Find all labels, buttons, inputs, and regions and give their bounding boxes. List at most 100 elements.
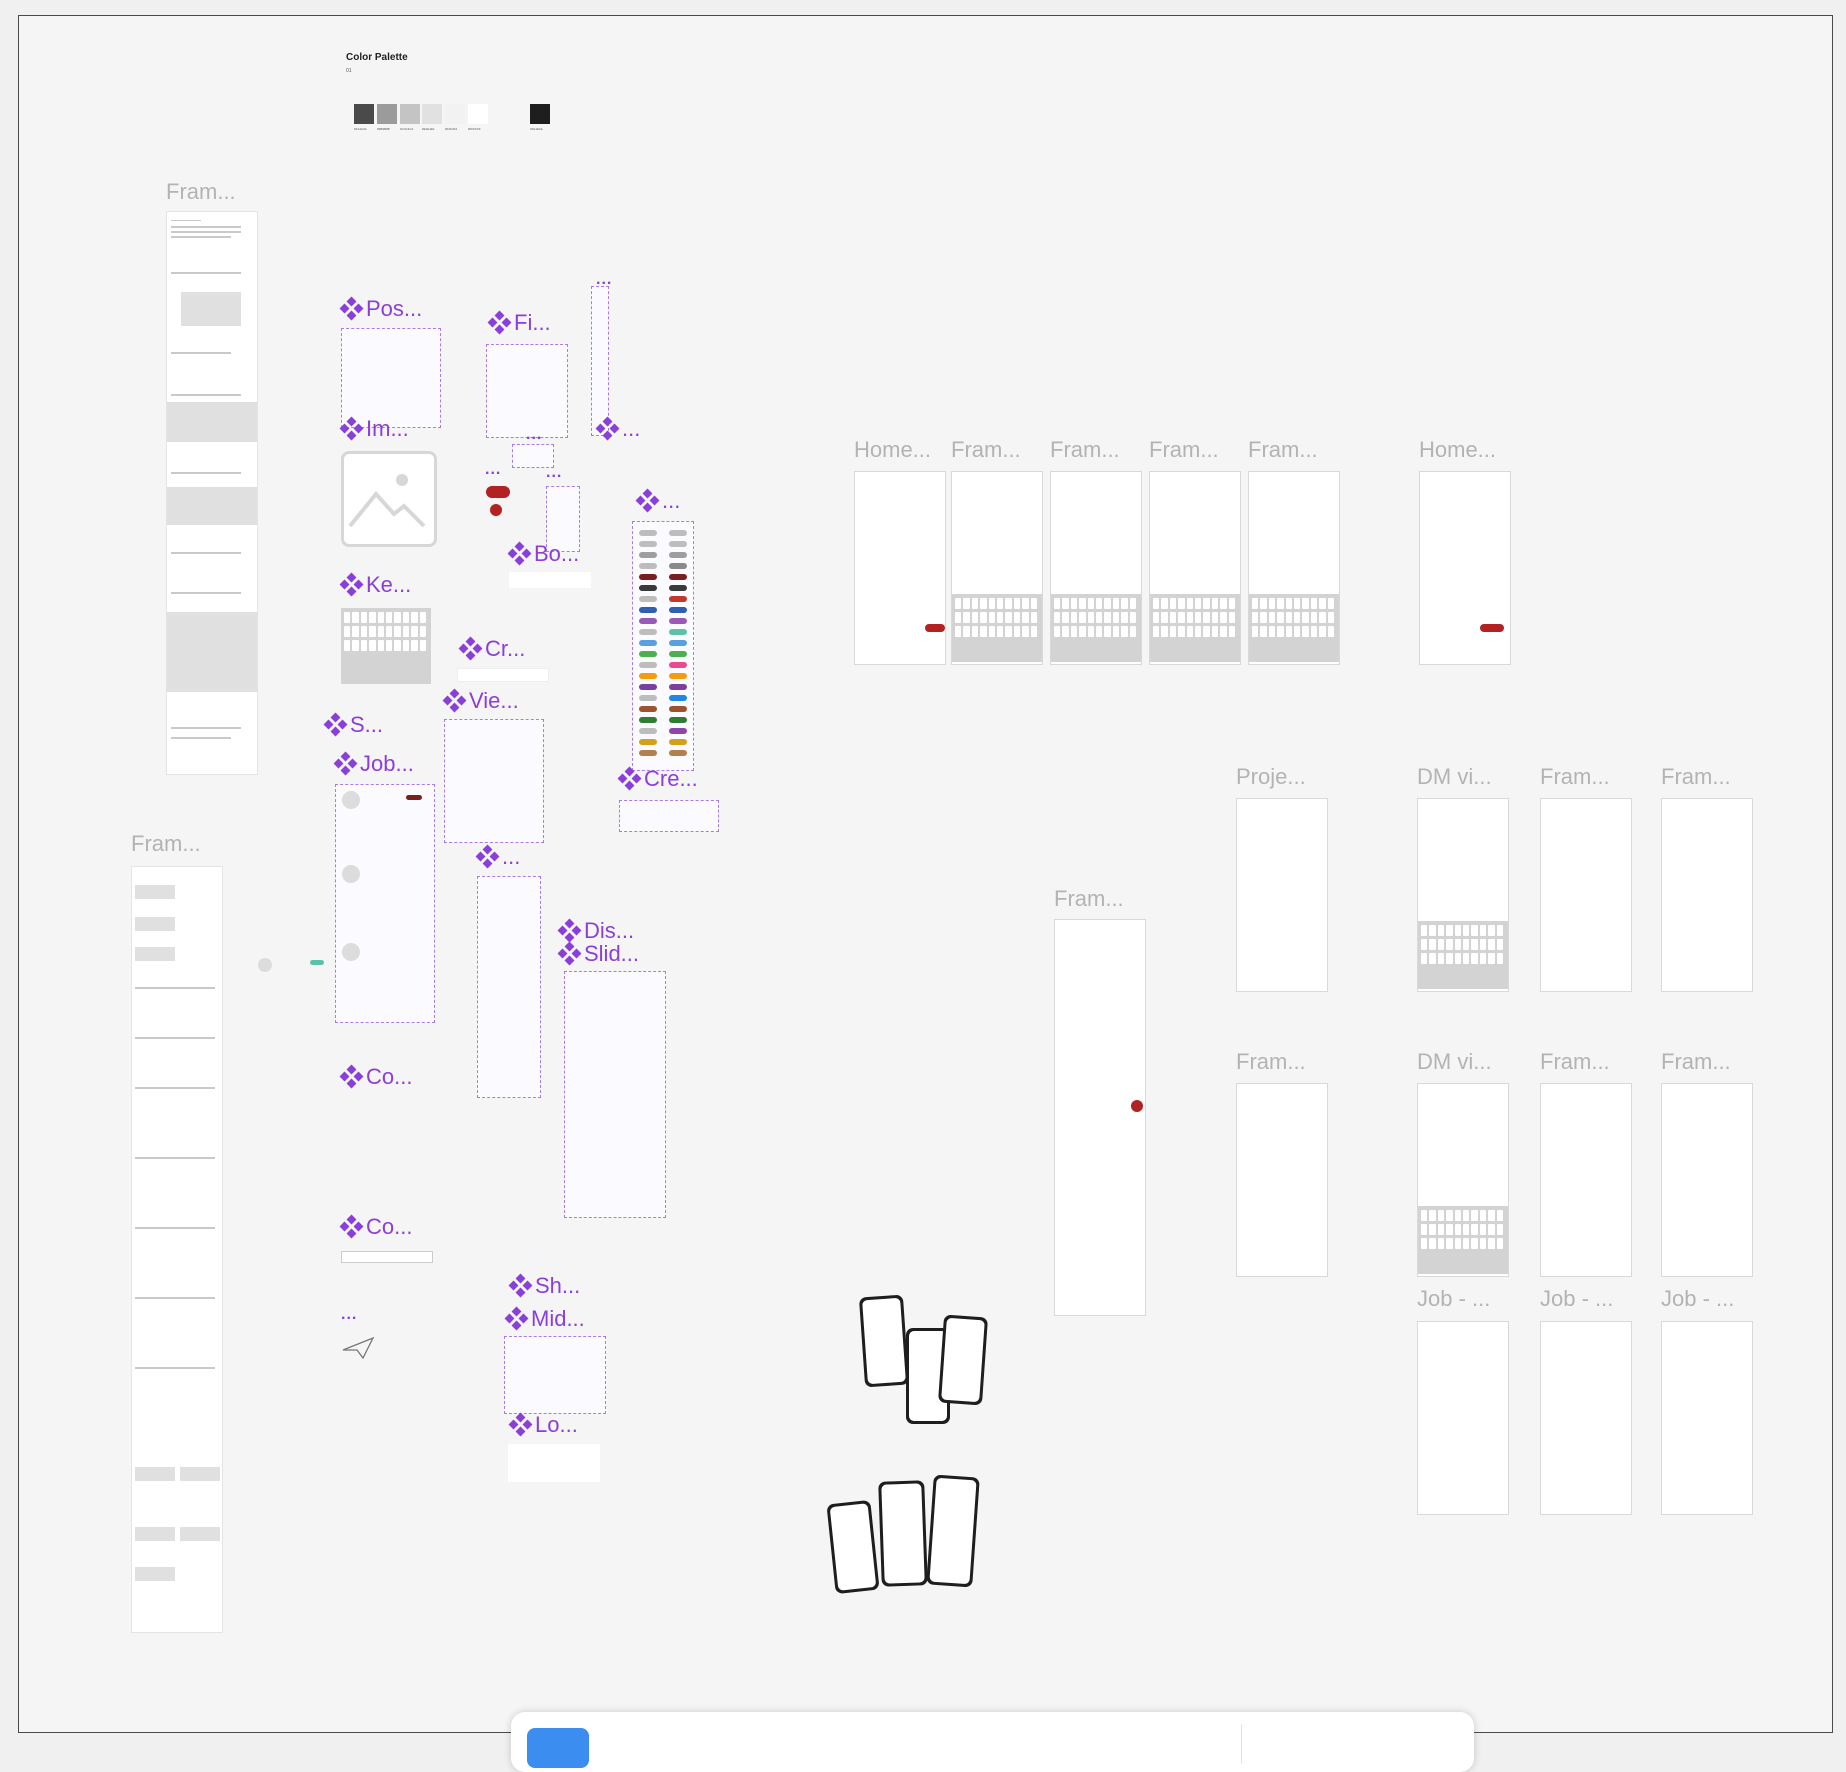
comment-tool-icon[interactable] bbox=[1101, 1730, 1131, 1756]
tag-variant bbox=[669, 607, 687, 613]
job-card-component[interactable] bbox=[335, 784, 435, 1023]
bottom-toolbar bbox=[511, 1712, 1474, 1772]
component-label-unnamed-2[interactable]: ... bbox=[595, 416, 640, 442]
component-label-cr[interactable]: Cr... bbox=[458, 636, 525, 662]
color-swatch[interactable] bbox=[468, 104, 488, 124]
create-toolbar-component[interactable] bbox=[619, 800, 719, 832]
frame-label-fram8[interactable]: Fram... bbox=[1540, 1049, 1610, 1075]
component-label-unnamed-3[interactable]: ... bbox=[635, 488, 680, 514]
post-actions-component[interactable] bbox=[341, 328, 441, 428]
frame-label-proje[interactable]: Proje... bbox=[1236, 764, 1306, 790]
frame-label-fram3[interactable]: Fram... bbox=[1149, 437, 1219, 463]
color-swatch[interactable] bbox=[445, 104, 465, 124]
posts-list-frame[interactable] bbox=[166, 211, 258, 775]
frame-label-job3[interactable]: Job - ... bbox=[1661, 1286, 1734, 1312]
frame-label-job1[interactable]: Job - ... bbox=[1417, 1286, 1490, 1312]
vote-component[interactable] bbox=[591, 286, 609, 436]
overflow-marker: ... bbox=[546, 464, 563, 481]
component-label-vie[interactable]: Vie... bbox=[442, 688, 519, 714]
dm-view-frame-2[interactable] bbox=[1417, 1083, 1509, 1277]
feed-list-frame[interactable] bbox=[131, 866, 223, 1633]
frame-label-fram7[interactable]: Fram... bbox=[1236, 1049, 1306, 1075]
frame-label-fram6[interactable]: Fram... bbox=[1661, 764, 1731, 790]
component-label-unnamed[interactable]: ... bbox=[475, 844, 520, 870]
frame-label-home2[interactable]: Home... bbox=[1419, 437, 1496, 463]
color-swatch[interactable] bbox=[400, 104, 420, 124]
job-detail-frame-2[interactable] bbox=[1661, 1083, 1753, 1277]
move-tool-button[interactable] bbox=[527, 1728, 589, 1768]
frame-label-dm1[interactable]: DM vi... bbox=[1417, 764, 1492, 790]
home-screen-frame-2[interactable] bbox=[1419, 471, 1511, 665]
component-label-cre[interactable]: Cre... bbox=[617, 766, 698, 792]
feed-frame[interactable] bbox=[1054, 919, 1146, 1316]
fab-button-component[interactable] bbox=[490, 504, 502, 516]
phone-mockup bbox=[858, 1294, 910, 1388]
bottom-nav-component[interactable] bbox=[509, 572, 591, 588]
component-label-sh[interactable]: Sh... bbox=[508, 1273, 580, 1299]
post-variants-component[interactable] bbox=[477, 876, 541, 1098]
view-headers-component[interactable] bbox=[444, 719, 544, 843]
component-label-ke[interactable]: Ke... bbox=[339, 572, 411, 598]
frame-label-fram9[interactable]: Fram... bbox=[1661, 1049, 1731, 1075]
component-label-slid[interactable]: Slid... bbox=[557, 941, 639, 967]
filter-poll-component[interactable] bbox=[486, 344, 568, 438]
job-frame-3[interactable] bbox=[1661, 1321, 1753, 1515]
job-frame-1[interactable] bbox=[1417, 1321, 1509, 1515]
frame-label-left-bottom[interactable]: Fram... bbox=[131, 831, 201, 857]
color-swatch[interactable] bbox=[377, 104, 397, 124]
create-post-frame-1[interactable] bbox=[951, 471, 1043, 665]
tooltip-component bbox=[619, 441, 679, 455]
tag-variant bbox=[669, 585, 687, 591]
component-label-pos[interactable]: Pos... bbox=[339, 296, 422, 322]
component-label-s[interactable]: S... bbox=[323, 712, 383, 738]
tag-variant bbox=[669, 574, 687, 580]
send-icon bbox=[341, 1336, 375, 1365]
frame-label-home1[interactable]: Home... bbox=[854, 437, 931, 463]
job-frame-2[interactable] bbox=[1540, 1321, 1632, 1515]
poll-frame-2[interactable] bbox=[1661, 798, 1753, 992]
actions-tool-icon[interactable] bbox=[1201, 1730, 1231, 1756]
frame-label-left-top[interactable]: Fram... bbox=[166, 179, 236, 205]
component-label-fi[interactable]: Fi... bbox=[487, 310, 551, 336]
frame-label-job2[interactable]: Job - ... bbox=[1540, 1286, 1613, 1312]
tag-variant bbox=[639, 739, 657, 745]
create-post-frame-4[interactable] bbox=[1248, 471, 1340, 665]
poll-frame-1[interactable] bbox=[1540, 798, 1632, 992]
component-label-co1[interactable]: Co... bbox=[339, 1064, 412, 1090]
tag-variant bbox=[639, 541, 657, 547]
component-label-job[interactable]: Job... bbox=[333, 751, 414, 777]
phone-mockup bbox=[826, 1499, 880, 1595]
color-swatch[interactable] bbox=[422, 104, 442, 124]
tag-variants-component[interactable] bbox=[632, 521, 694, 771]
pen-tool-icon[interactable] bbox=[881, 1730, 911, 1756]
component-label-lo[interactable]: Lo... bbox=[508, 1412, 578, 1438]
post-button-component[interactable] bbox=[486, 486, 510, 498]
job-detail-frame-1[interactable] bbox=[1540, 1083, 1632, 1277]
frame-label-fram1[interactable]: Fram... bbox=[951, 437, 1021, 463]
design-canvas[interactable]: Color Palette 01 #4A4A4A #9B9B9B #C4C4C4 #E… bbox=[18, 15, 1833, 1733]
component-label-im[interactable]: Im... bbox=[339, 416, 409, 442]
frame-label-fram5[interactable]: Fram... bbox=[1540, 764, 1610, 790]
project-frame[interactable] bbox=[1236, 798, 1328, 992]
toolbar-divider bbox=[1241, 1724, 1242, 1764]
frame-label-fram-mid[interactable]: Fram... bbox=[1054, 886, 1124, 912]
slider-component[interactable] bbox=[564, 971, 666, 1218]
dm-view-frame-1[interactable] bbox=[1417, 798, 1509, 992]
component-label-bo[interactable]: Bo... bbox=[507, 541, 579, 567]
create-post-frame-2[interactable] bbox=[1050, 471, 1142, 665]
frame-label-fram4[interactable]: Fram... bbox=[1248, 437, 1318, 463]
text-tool-icon[interactable] bbox=[1001, 1730, 1031, 1756]
component-label-mid[interactable]: Mid... bbox=[504, 1306, 585, 1332]
frame-label-fram2[interactable]: Fram... bbox=[1050, 437, 1120, 463]
frame-label-dm2[interactable]: DM vi... bbox=[1417, 1049, 1492, 1075]
jobs-search-frame[interactable] bbox=[1236, 1083, 1328, 1277]
shape-tool-icon[interactable] bbox=[761, 1730, 791, 1756]
component-label-co2[interactable]: Co... bbox=[339, 1214, 412, 1240]
home-screen-frame[interactable] bbox=[854, 471, 946, 665]
color-swatch[interactable] bbox=[530, 104, 550, 124]
tag-variant bbox=[669, 530, 687, 536]
frame-tool-icon[interactable] bbox=[641, 1730, 671, 1756]
create-post-frame-3[interactable] bbox=[1149, 471, 1241, 665]
modal-component[interactable] bbox=[504, 1336, 606, 1414]
color-swatch[interactable] bbox=[354, 104, 374, 124]
